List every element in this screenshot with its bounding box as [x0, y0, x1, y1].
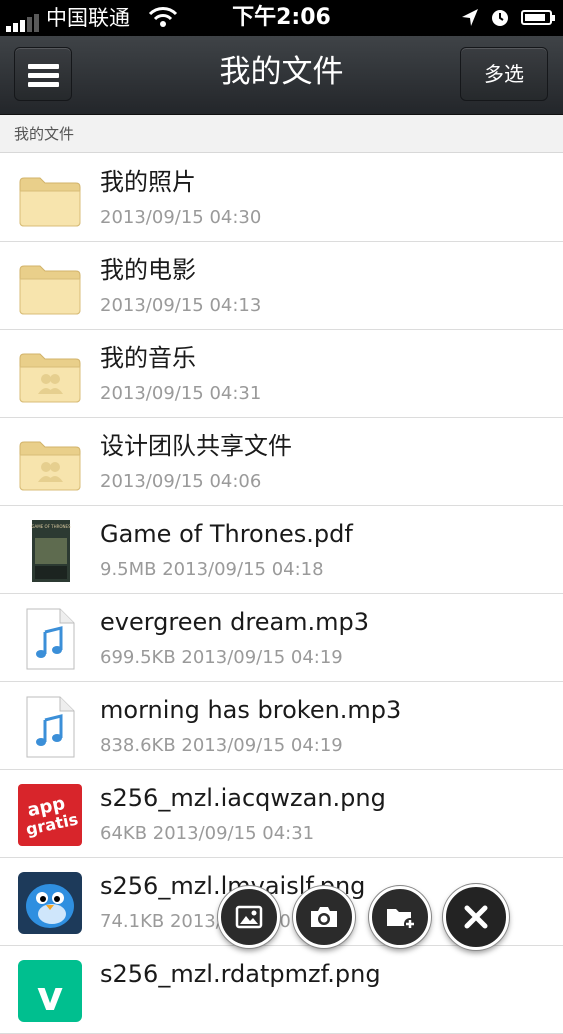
file-name: s256_mzl.iacqwzan.png [100, 784, 386, 812]
list-item[interactable]: 我的电影 2013/09/15 04:13 [0, 242, 563, 330]
folder-icon [18, 168, 82, 230]
appgratis-thumbnail: app gratis [18, 784, 82, 846]
battery-fill [525, 14, 545, 21]
list-item[interactable]: 我的照片 2013/09/15 04:30 [0, 154, 563, 242]
pdf-thumbnail-title: GAME OF THRONES [31, 524, 71, 529]
vine-letter: v [37, 974, 63, 1020]
location-icon [460, 7, 480, 33]
file-name: 我的照片 [100, 168, 196, 196]
breadcrumb: 我的文件 [0, 115, 563, 153]
list-item[interactable]: 我的音乐 2013/09/15 04:31 [0, 330, 563, 418]
camera-button[interactable] [293, 886, 355, 948]
file-name: 我的电影 [100, 256, 196, 284]
shared-folder-icon [18, 344, 82, 406]
pdf-thumbnail: GAME OF THRONES [18, 520, 82, 582]
file-meta: 2013/09/15 04:31 [100, 383, 262, 404]
file-meta: 64KB 2013/09/15 04:31 [100, 823, 315, 844]
file-meta: 838.6KB 2013/09/15 04:19 [100, 735, 343, 756]
file-name: Game of Thrones.pdf [100, 520, 353, 548]
file-name: s256_mzl.rdatpmzf.png [100, 960, 381, 988]
file-name: morning has broken.mp3 [100, 696, 402, 724]
alarm-icon [490, 8, 510, 32]
new-folder-button[interactable] [369, 886, 431, 948]
bird-app-thumbnail [18, 872, 82, 934]
file-name: 我的音乐 [100, 344, 196, 372]
vine-thumbnail: v [18, 960, 82, 1022]
file-meta: 9.5MB 2013/09/15 04:18 [100, 559, 324, 580]
battery-icon [521, 10, 555, 25]
file-name: evergreen dream.mp3 [100, 608, 370, 636]
file-name: 设计团队共享文件 [100, 432, 292, 460]
upload-image-button[interactable] [218, 886, 280, 948]
file-meta: 2013/09/15 04:13 [100, 295, 262, 316]
floating-action-bar [218, 884, 512, 952]
list-item[interactable]: 设计团队共享文件 2013/09/15 04:06 [0, 418, 563, 506]
shared-folder-icon [18, 432, 82, 494]
list-item[interactable]: morning has broken.mp3 838.6KB 2013/09/1… [0, 682, 563, 770]
list-item[interactable]: v s256_mzl.rdatpmzf.png [0, 946, 563, 1034]
list-item[interactable]: GAME OF THRONES Game of Thrones.pdf 9.5M… [0, 506, 563, 594]
music-file-icon [18, 608, 82, 670]
file-meta: 2013/09/15 04:30 [100, 207, 262, 228]
list-item[interactable]: app gratis s256_mzl.iacqwzan.png 64KB 201… [0, 770, 563, 858]
close-menu-button[interactable] [443, 884, 509, 950]
file-meta: 699.5KB 2013/09/15 04:19 [100, 647, 343, 668]
navigation-bar: 我的文件 多选 [0, 36, 563, 115]
folder-icon [18, 256, 82, 318]
file-meta: 2013/09/15 04:06 [100, 471, 262, 492]
list-item[interactable]: evergreen dream.mp3 699.5KB 2013/09/15 0… [0, 594, 563, 682]
status-bar: 中国联通 下午2:06 [0, 0, 563, 36]
multi-select-button[interactable]: 多选 [460, 47, 548, 101]
music-file-icon [18, 696, 82, 758]
